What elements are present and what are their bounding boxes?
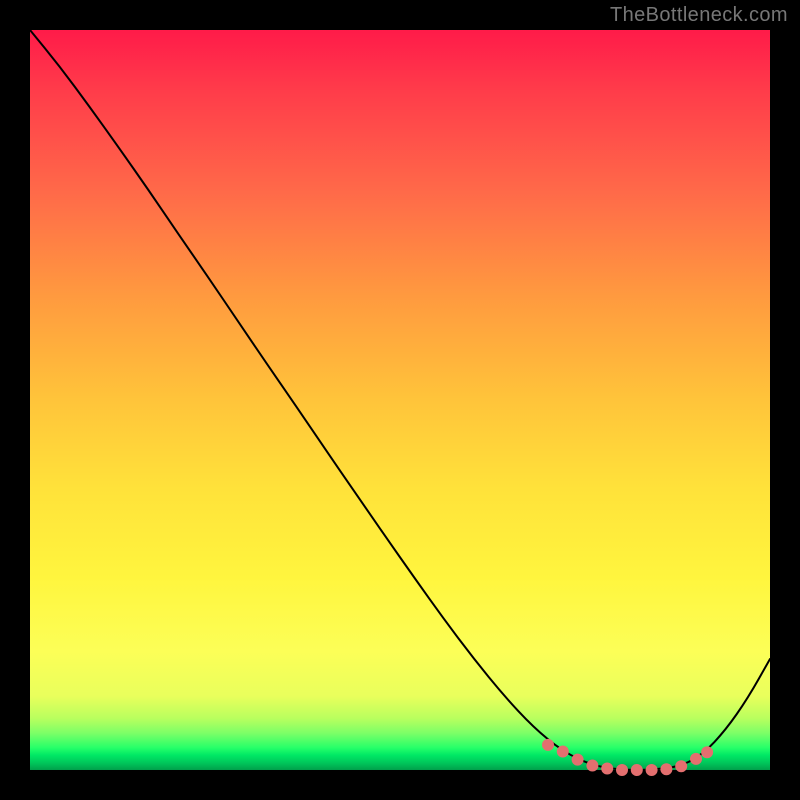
attribution-text: TheBottleneck.com <box>610 4 788 27</box>
valley-dot <box>542 739 554 751</box>
valley-dot <box>616 764 628 776</box>
valley-dot <box>601 763 613 775</box>
valley-dot <box>646 764 658 776</box>
chart-dots-layer <box>30 30 770 770</box>
valley-dot <box>631 764 643 776</box>
valley-dots-group <box>542 739 713 776</box>
chart-plot-area <box>30 30 770 770</box>
valley-dot <box>572 754 584 766</box>
valley-dot <box>660 763 672 775</box>
valley-dot <box>690 753 702 765</box>
valley-dot <box>586 760 598 772</box>
stage: TheBottleneck.com <box>0 0 800 800</box>
valley-dot <box>701 746 713 758</box>
valley-dot <box>675 760 687 772</box>
valley-dot <box>557 746 569 758</box>
